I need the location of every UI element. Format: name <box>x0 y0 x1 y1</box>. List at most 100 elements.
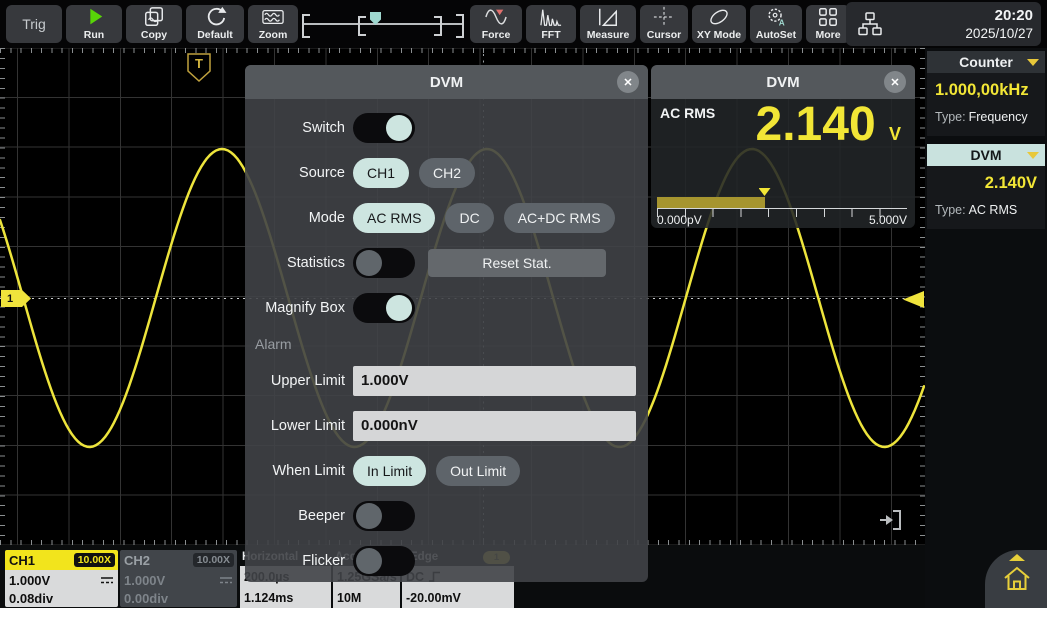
close-icon[interactable]: ✕ <box>884 71 906 93</box>
mode-acrms-option[interactable]: AC RMS <box>353 203 435 233</box>
trig-button[interactable]: Trig <box>6 5 62 43</box>
source-row: Source CH1 CH2 <box>245 150 648 195</box>
collapse-up-icon[interactable] <box>1009 554 1025 561</box>
dvm-bar-meter <box>657 197 907 208</box>
xy-ellipse-icon <box>706 5 732 30</box>
cursor-button[interactable]: Cursor <box>640 5 688 43</box>
clock-time: 20:20 <box>965 6 1033 25</box>
copy-button[interactable]: Copy <box>126 5 182 43</box>
dvm-bar-marker-icon <box>759 188 771 196</box>
home-corner-widget[interactable] <box>985 550 1047 608</box>
magnify-box-label: Magnify Box <box>245 300 345 316</box>
switch-toggle[interactable] <box>353 113 415 143</box>
statistics-toggle[interactable] <box>353 248 415 278</box>
ch2-block[interactable]: CH210.00X 1.000V 0.00div <box>120 550 237 607</box>
ch2-offset: 0.00div <box>124 591 168 606</box>
run-button[interactable]: Run <box>66 5 122 43</box>
close-icon[interactable]: ✕ <box>617 71 639 93</box>
switch-row: Switch <box>245 105 648 150</box>
right-sidebar: Counter 1.000,00kHz Type:Frequency DVM 2… <box>925 48 1047 608</box>
autoset-button[interactable]: A AutoSet <box>750 5 802 43</box>
lower-limit-label: Lower Limit <box>245 418 345 434</box>
counter-panel-header[interactable]: Counter <box>927 51 1045 73</box>
source-ch1-option[interactable]: CH1 <box>353 158 409 188</box>
fft-button[interactable]: FFT <box>526 5 576 43</box>
beeper-row: Beeper <box>245 493 648 538</box>
force-button[interactable]: Force <box>470 5 522 43</box>
toggle-knob <box>386 295 412 321</box>
lower-limit-field[interactable]: 0.000nV <box>353 411 636 441</box>
dialog-header[interactable]: DVM ✕ <box>245 65 648 99</box>
xy-mode-button[interactable]: XY Mode <box>692 5 746 43</box>
clock-date: 2025/10/27 <box>965 25 1033 42</box>
mode-acdc-option[interactable]: AC+DC RMS <box>504 203 615 233</box>
upper-limit-field[interactable]: 1.000V <box>353 366 636 396</box>
measure-icon <box>595 5 621 30</box>
alarm-section-label: Alarm <box>245 330 648 358</box>
magnify-box-toggle[interactable] <box>353 293 415 323</box>
lower-limit-row: Lower Limit 0.000nV <box>245 403 648 448</box>
dvm-mode-label: AC RMS <box>660 105 715 121</box>
dialog-title: DVM <box>430 74 463 91</box>
flicker-row: Flicker <box>245 538 648 583</box>
zoom-window-icon <box>260 5 286 30</box>
counter-panel: Counter 1.000,00kHz Type:Frequency <box>927 51 1045 136</box>
dc-coupling-icon <box>219 576 233 585</box>
trigger-level-value: -20.00mV <box>406 591 461 605</box>
source-ch2-option[interactable]: CH2 <box>419 158 475 188</box>
trigger-position-marker[interactable]: T <box>186 53 212 83</box>
delay-value: 1.124ms <box>244 591 293 605</box>
beeper-label: Beeper <box>245 508 345 524</box>
svg-text:T: T <box>195 56 203 71</box>
reset-stat-button[interactable]: Reset Stat. <box>428 249 606 277</box>
out-limit-option[interactable]: Out Limit <box>436 456 520 486</box>
dvm-reading: 2.140 V <box>756 101 901 149</box>
mode-row: Mode AC RMS DC AC+DC RMS <box>245 195 648 240</box>
clock: 20:20 2025/10/27 <box>965 6 1033 42</box>
dvm-panel: DVM 2.140V Type:AC RMS <box>927 144 1045 229</box>
when-limit-row: When Limit In Limit Out Limit <box>245 448 648 493</box>
dvm-panel-header[interactable]: DVM <box>927 144 1045 166</box>
dc-coupling-icon <box>100 576 114 585</box>
mode-dc-option[interactable]: DC <box>445 203 493 233</box>
ch1-probe-badge: 10.00X <box>74 553 115 567</box>
ch2-probe-badge: 10.00X <box>193 553 234 567</box>
ch1-name: CH1 <box>9 553 35 568</box>
slider-window-left-icon <box>358 16 366 36</box>
default-button[interactable]: Default <box>186 5 244 43</box>
home-icon[interactable] <box>1002 564 1032 594</box>
toggle-knob <box>356 250 382 276</box>
slider-right-bracket-icon <box>456 14 464 38</box>
beeper-toggle[interactable] <box>353 501 415 531</box>
status-panel: 20:20 2025/10/27 <box>846 2 1041 46</box>
ch2-scale: 1.000V <box>124 573 165 588</box>
measure-button[interactable]: Measure <box>580 5 636 43</box>
source-label: Source <box>245 165 345 181</box>
more-button[interactable]: More <box>806 5 850 43</box>
when-limit-label: When Limit <box>245 463 345 479</box>
counter-type: Type:Frequency <box>927 102 1045 132</box>
in-limit-option[interactable]: In Limit <box>353 456 426 486</box>
toggle-knob <box>386 115 412 141</box>
zoom-window-slider[interactable] <box>300 5 466 43</box>
ch1-block[interactable]: CH110.00X 1.000V 0.08div <box>5 550 118 607</box>
dvm-sidebar-value: 2.140V <box>927 166 1045 195</box>
dvm-meter-window: DVM ✕ AC RMS 2.140 V 0.000pV 5.000V <box>651 65 915 228</box>
mode-label: Mode <box>245 210 345 226</box>
flicker-toggle[interactable] <box>353 546 415 576</box>
slider-window-right-icon <box>434 16 442 36</box>
dvm-sidebar-type: Type:AC RMS <box>927 195 1045 225</box>
network-icon[interactable] <box>856 11 884 37</box>
slider-left-bracket-icon <box>302 14 310 38</box>
chevron-down-icon <box>1027 59 1039 66</box>
dvm-window-header[interactable]: DVM ✕ <box>651 65 915 99</box>
dvm-unit: V <box>889 124 901 144</box>
more-grid-icon <box>816 5 840 30</box>
ch1-offset: 0.08div <box>9 591 53 606</box>
upper-limit-row: Upper Limit 1.000V <box>245 358 648 403</box>
exit-zoom-icon[interactable] <box>876 506 904 534</box>
play-icon <box>81 5 107 30</box>
zoom-button[interactable]: Zoom <box>248 5 298 43</box>
top-toolbar: Trig Run Copy Default Zoom Force <box>0 0 1047 48</box>
counter-value: 1.000,00kHz <box>927 73 1045 102</box>
